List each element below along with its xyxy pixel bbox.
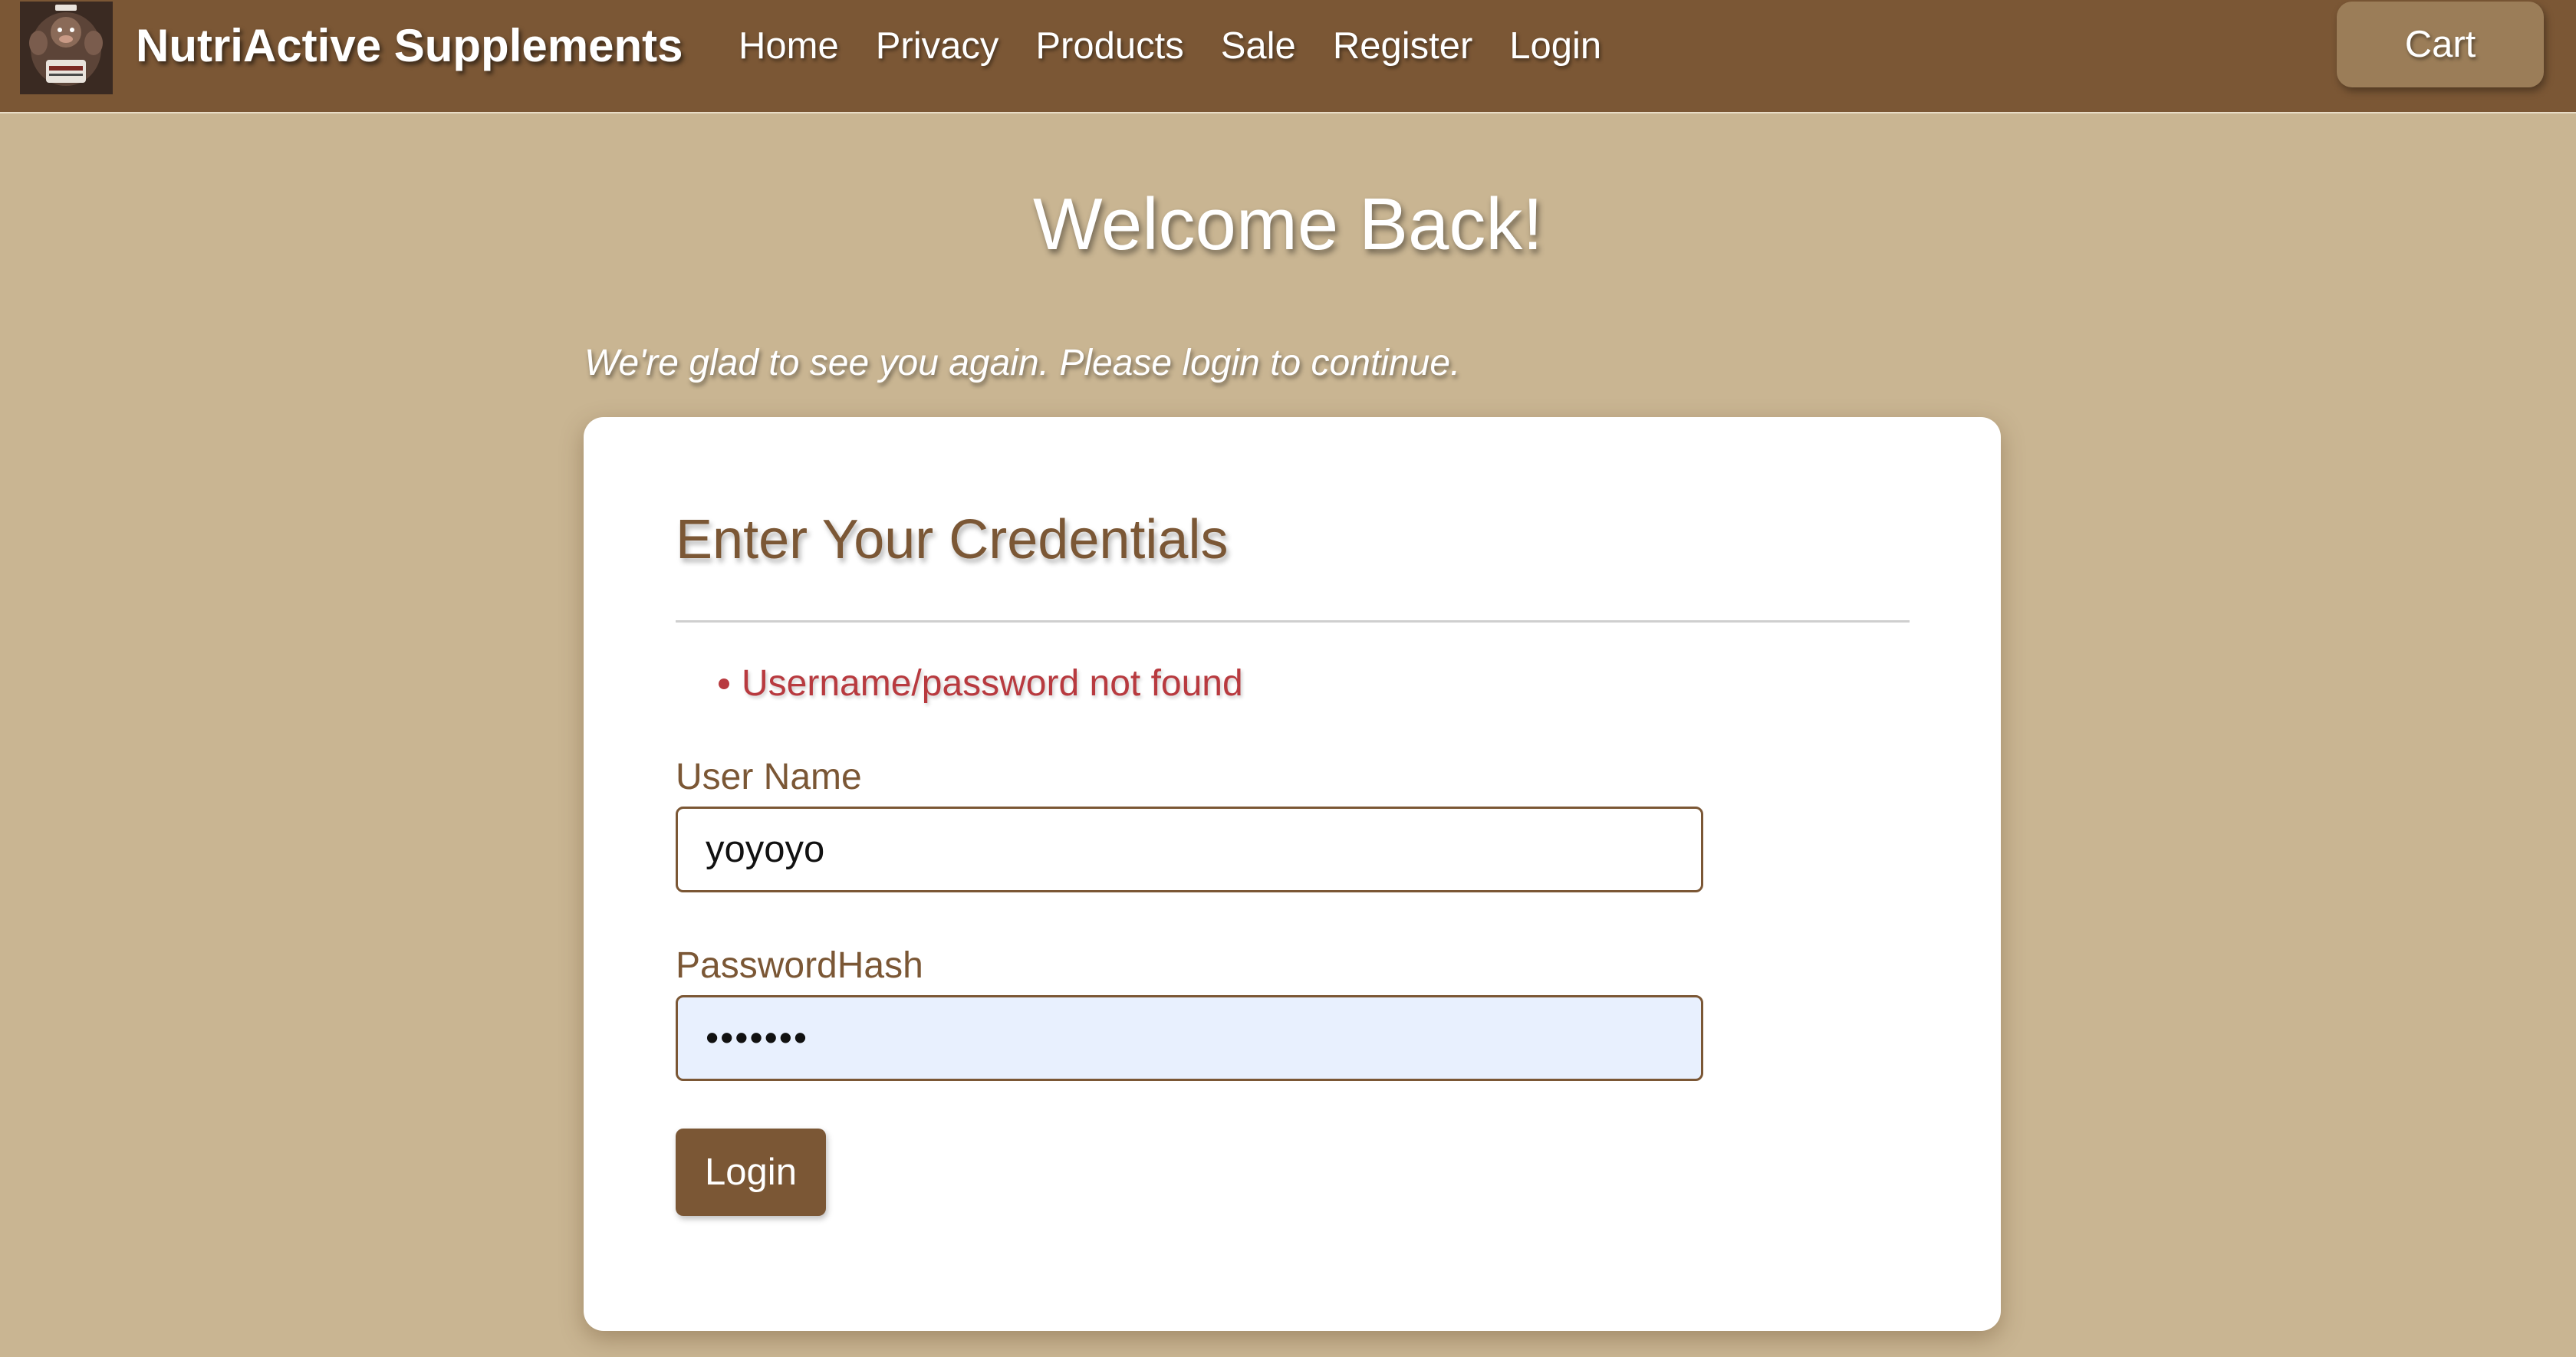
username-input[interactable] (676, 807, 1703, 892)
nav-link-products[interactable]: Products (1035, 25, 1183, 67)
password-label: PasswordHash (676, 945, 923, 986)
form-heading: Enter Your Credentials (676, 509, 1229, 570)
page-subtitle: We're glad to see you again. Please logi… (584, 343, 1461, 383)
nav-link-register[interactable]: Register (1333, 25, 1472, 67)
nav-link-login[interactable]: Login (1509, 25, 1601, 67)
username-label: User Name (676, 757, 862, 797)
nav-link-sale[interactable]: Sale (1221, 25, 1296, 67)
validation-error-list: Username/password not found (719, 662, 1243, 705)
login-submit-button[interactable]: Login (676, 1129, 826, 1216)
page-title: Welcome Back! (1032, 183, 1544, 265)
password-input[interactable] (676, 995, 1703, 1081)
login-card: Enter Your Credentials Username/password… (584, 417, 2001, 1331)
form-divider (676, 620, 1910, 623)
nav-link-home[interactable]: Home (739, 25, 839, 67)
nav-link-privacy[interactable]: Privacy (876, 25, 999, 67)
cart-button[interactable]: Cart (2337, 2, 2544, 87)
bullet-icon (719, 678, 729, 689)
validation-error-message: Username/password not found (742, 663, 1243, 704)
gorilla-mascot-logo-icon (20, 2, 113, 94)
brand-logo[interactable] (20, 2, 113, 94)
top-navbar: NutriActive Supplements Home Privacy Pro… (0, 0, 2576, 113)
nav-links: Home Privacy Products Sale Register Logi… (739, 25, 1601, 67)
brand-name[interactable]: NutriActive Supplements (136, 21, 683, 71)
